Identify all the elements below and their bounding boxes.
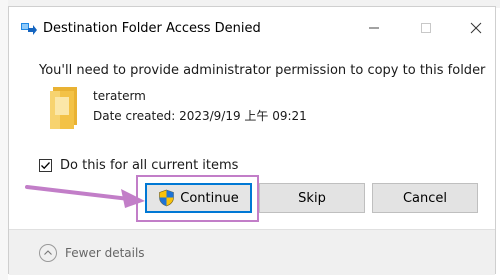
apply-to-all-row[interactable]: Do this for all current items — [39, 156, 238, 174]
cancel-button-label: Cancel — [402, 190, 448, 206]
skip-button[interactable]: Skip — [259, 183, 365, 213]
uac-shield-icon — [159, 189, 175, 207]
skip-button-label: Skip — [298, 190, 326, 206]
access-denied-dialog: Destination Folder Access Denied You'll … — [8, 6, 496, 275]
minimize-icon — [369, 27, 379, 29]
apply-to-all-checkbox[interactable] — [39, 158, 52, 172]
apply-to-all-label: Do this for all current items — [60, 157, 239, 173]
transfer-icon — [21, 23, 37, 35]
fewer-details-toggle[interactable]: Fewer details — [39, 244, 145, 262]
maximize-icon — [421, 23, 431, 33]
continue-button[interactable]: Continue — [145, 183, 252, 213]
dialog-footer: Fewer details — [9, 229, 495, 275]
file-name: teraterm — [93, 89, 146, 103]
close-button[interactable] — [461, 15, 491, 41]
background-window-edge — [0, 0, 8, 280]
folder-icon — [50, 87, 77, 129]
fewer-details-label: Fewer details — [65, 246, 145, 260]
close-icon — [470, 22, 482, 34]
checkmark-icon — [41, 161, 50, 169]
title-bar: Destination Folder Access Denied — [9, 7, 495, 47]
permission-message: You'll need to provide administrator per… — [39, 63, 486, 78]
dialog-title: Destination Folder Access Denied — [43, 21, 261, 36]
file-info: teraterm Date created: 2023/9/19 上午 09:2… — [47, 85, 467, 135]
cancel-button[interactable]: Cancel — [372, 183, 478, 213]
continue-button-label: Continue — [180, 190, 239, 206]
chevron-up-icon — [39, 244, 57, 262]
maximize-button[interactable] — [411, 15, 441, 41]
annotation-arrow-icon — [25, 185, 145, 208]
file-date-created: Date created: 2023/9/19 上午 09:21 — [93, 109, 307, 123]
minimize-button[interactable] — [359, 15, 389, 41]
